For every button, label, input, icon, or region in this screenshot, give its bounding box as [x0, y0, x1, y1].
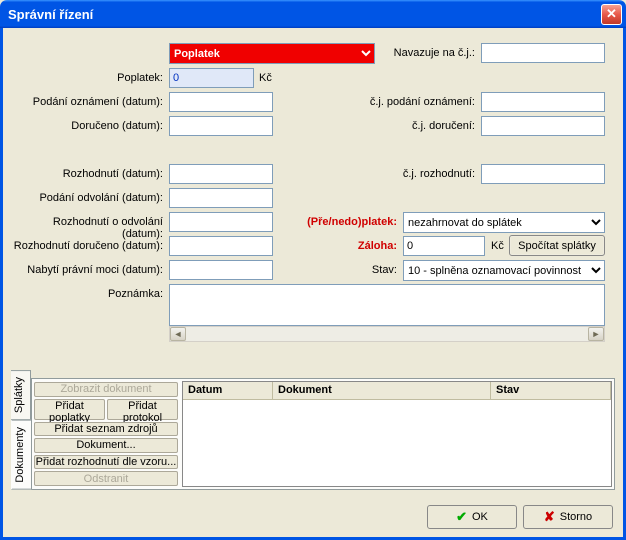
- rozhodnuti-input[interactable]: [169, 164, 273, 184]
- navazuje-label: Navazuje na č.j.:: [381, 47, 475, 59]
- scroll-right-icon[interactable]: ►: [588, 327, 604, 341]
- grid-header: Datum Dokument Stav: [183, 382, 611, 400]
- x-icon: ✘: [544, 509, 555, 525]
- cj-podani-input[interactable]: [481, 92, 605, 112]
- vertical-tabs: Dokumenty Splátky: [11, 378, 31, 490]
- storno-label: Storno: [560, 511, 592, 523]
- spocitat-splatky-button[interactable]: Spočítat splátky: [509, 235, 605, 256]
- podani-oznameni-label: Podání oznámení (datum):: [11, 96, 163, 108]
- document-grid: Datum Dokument Stav: [182, 381, 612, 487]
- window-body: Poplatek Navazuje na č.j.: Poplatek: Kč …: [0, 28, 626, 540]
- document-buttons: Zobrazit dokument Přidat poplatky Přidat…: [32, 379, 180, 489]
- poznamka-scrollbar[interactable]: ◄ ►: [169, 326, 605, 342]
- rozhodnuti-doruceno-input[interactable]: [169, 236, 273, 256]
- poznamka-textarea[interactable]: [169, 284, 605, 326]
- poznamka-label: Poznámka:: [11, 288, 163, 300]
- ok-button[interactable]: ✔ OK: [427, 505, 517, 529]
- kc-unit-2: Kč: [491, 240, 504, 252]
- pridat-poplatky-button[interactable]: Přidat poplatky: [34, 399, 105, 420]
- rozhodnuti-label: Rozhodnutí (datum):: [11, 168, 163, 180]
- stav-label: Stav:: [351, 264, 397, 276]
- grid-body[interactable]: [183, 400, 611, 486]
- zaloha-label: Záloha:: [321, 240, 397, 252]
- check-icon: ✔: [456, 509, 467, 525]
- form-area: Poplatek Navazuje na č.j.: Poplatek: Kč …: [11, 38, 615, 358]
- cj-doruceni-input[interactable]: [481, 116, 605, 136]
- pridat-rozhodnuti-button[interactable]: Přidat rozhodnutí dle vzoru...: [34, 455, 178, 470]
- col-datum[interactable]: Datum: [183, 382, 273, 400]
- tab-panel: Zobrazit dokument Přidat poplatky Přidat…: [31, 378, 615, 490]
- close-icon: ✕: [606, 6, 617, 22]
- pridat-protokol-button[interactable]: Přidat protokol: [107, 399, 178, 420]
- poplatek-label: Poplatek:: [11, 72, 163, 84]
- tab-splatky[interactable]: Splátky: [11, 370, 31, 420]
- window-title: Správní řízení: [8, 7, 601, 22]
- col-dokument[interactable]: Dokument: [273, 382, 491, 400]
- cj-podani-label: č.j. podání oznámení:: [361, 96, 475, 108]
- poplatek-input[interactable]: [169, 68, 254, 88]
- dokument-button[interactable]: Dokument...: [34, 438, 178, 453]
- prenedoplatek-label: (Pře/nedo)platek:: [291, 216, 397, 228]
- kc-unit-1: Kč: [259, 72, 272, 84]
- zaloha-input[interactable]: [403, 236, 485, 256]
- splatek-select[interactable]: nezahrnovat do splátek: [403, 212, 605, 233]
- zobrazit-dokument-button[interactable]: Zobrazit dokument: [34, 382, 178, 397]
- pridat-seznam-zdroju-button[interactable]: Přidat seznam zdrojů: [34, 422, 178, 437]
- navazuje-input[interactable]: [481, 43, 605, 63]
- podani-odvolani-input[interactable]: [169, 188, 273, 208]
- tabs-container: Dokumenty Splátky Zobrazit dokument Přid…: [11, 378, 615, 490]
- podani-odvolani-label: Podání odvolání (datum):: [11, 192, 163, 204]
- rozhodnuti-odvolani-label: Rozhodnutí o odvolání (datum):: [11, 216, 163, 240]
- nabyti-moci-input[interactable]: [169, 260, 273, 280]
- title-bar: Správní řízení ✕: [0, 0, 626, 28]
- scroll-left-icon[interactable]: ◄: [170, 327, 186, 341]
- podani-oznameni-input[interactable]: [169, 92, 273, 112]
- ok-label: OK: [472, 511, 488, 523]
- cj-rozhodnuti-label: č.j. rozhodnutí:: [361, 168, 475, 180]
- stav-select[interactable]: 10 - splněna oznamovací povinnost: [403, 260, 605, 281]
- close-button[interactable]: ✕: [601, 4, 622, 25]
- doruceno-input[interactable]: [169, 116, 273, 136]
- doruceno-label: Doručeno (datum):: [11, 120, 163, 132]
- tab-dokumenty[interactable]: Dokumenty: [11, 420, 32, 490]
- rozhodnuti-odvolani-input[interactable]: [169, 212, 273, 232]
- top-category-select[interactable]: Poplatek: [169, 43, 375, 64]
- storno-button[interactable]: ✘ Storno: [523, 505, 613, 529]
- cj-doruceni-label: č.j. doručení:: [361, 120, 475, 132]
- rozhodnuti-doruceno-label: Rozhodnutí doručeno (datum):: [11, 240, 163, 252]
- nabyti-moci-label: Nabytí právní moci (datum):: [11, 264, 163, 276]
- footer-buttons: ✔ OK ✘ Storno: [427, 505, 613, 529]
- odstranit-button[interactable]: Odstranit: [34, 471, 178, 486]
- col-stav[interactable]: Stav: [491, 382, 611, 400]
- cj-rozhodnuti-input[interactable]: [481, 164, 605, 184]
